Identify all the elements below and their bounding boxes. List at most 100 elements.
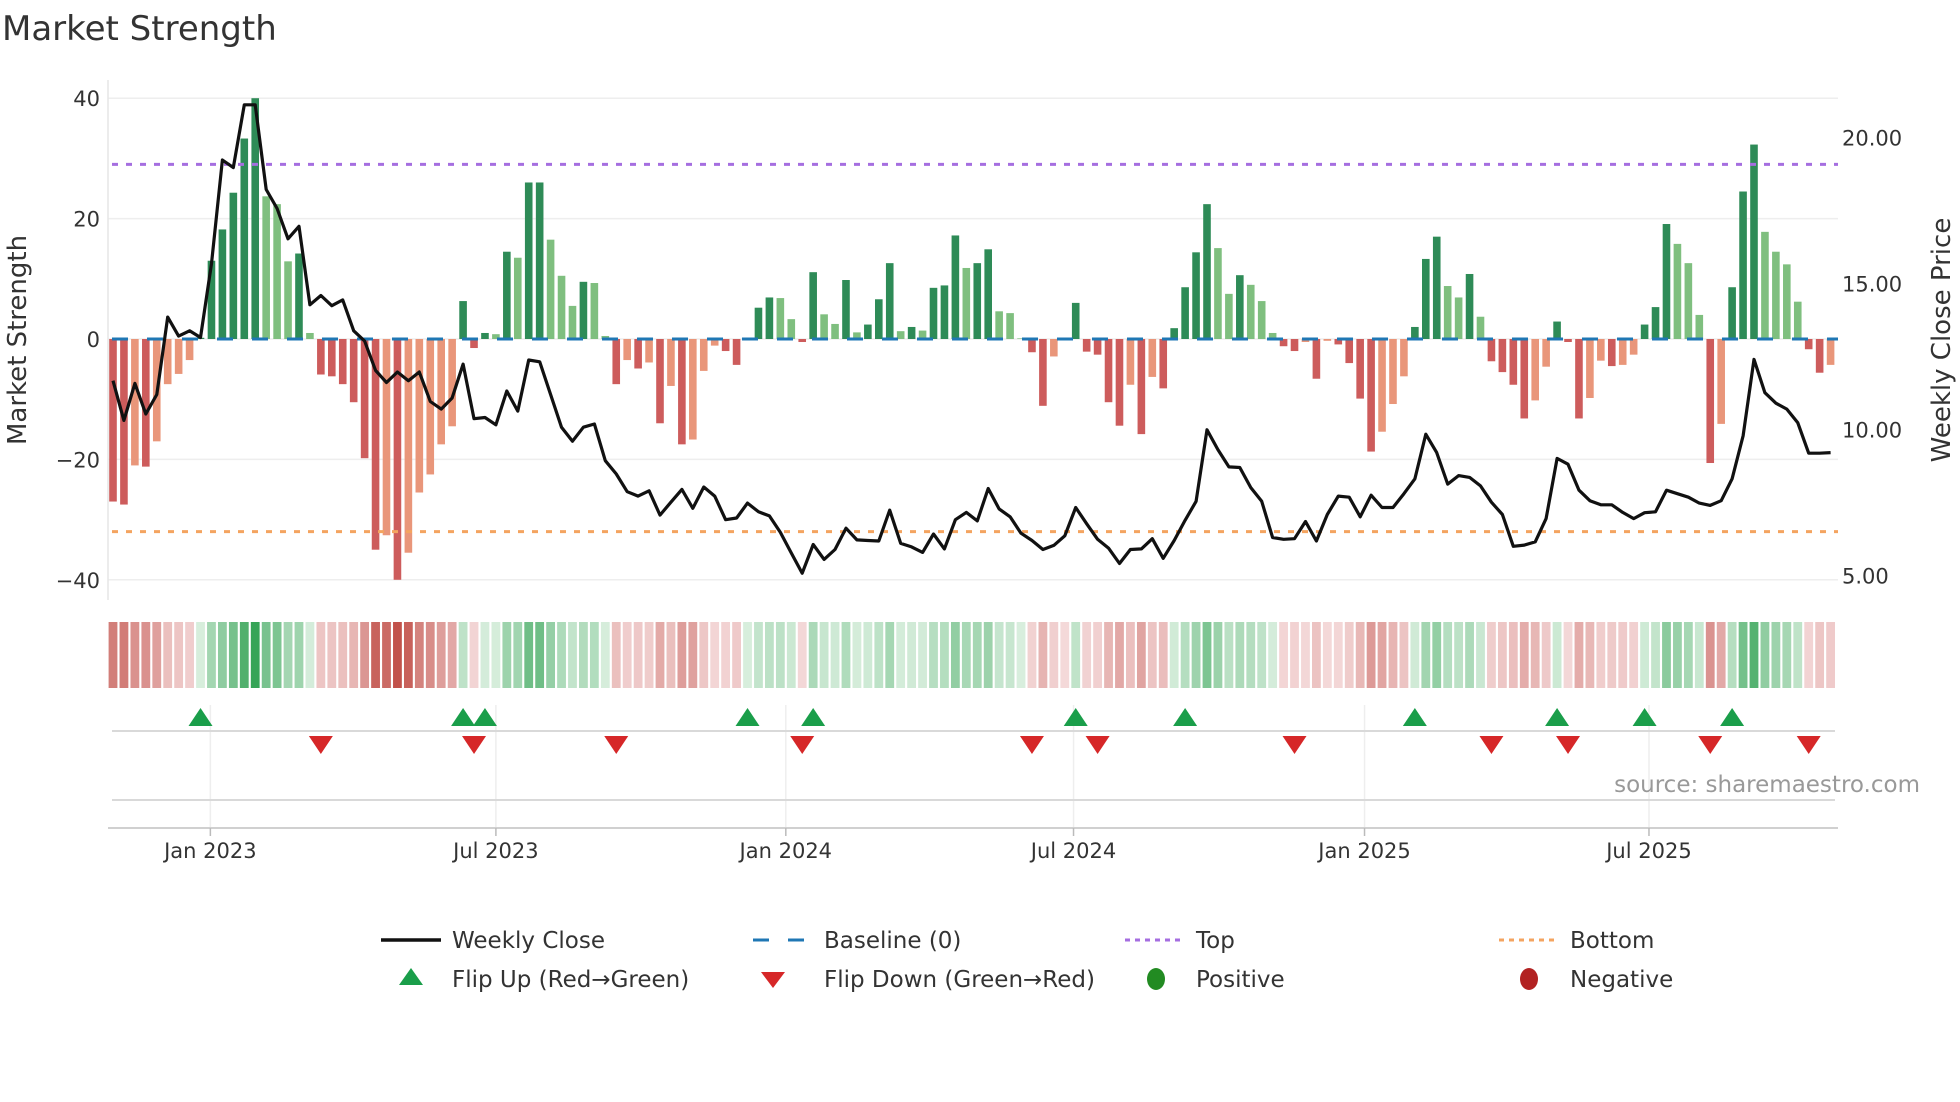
strip-cell (1355, 622, 1365, 688)
negative-circle-icon (1520, 968, 1538, 990)
strength-bar (273, 204, 281, 339)
strip-cell (1826, 622, 1835, 688)
strip-cell (1476, 622, 1485, 688)
strip-cell (699, 622, 709, 688)
strength-bar (1225, 293, 1233, 339)
strength-bar (1422, 258, 1430, 339)
strength-bar (503, 251, 511, 339)
strip-cell (371, 622, 380, 688)
legend-label: Positive (1196, 967, 1285, 993)
flip-up-marker (735, 708, 760, 726)
strip-cell (961, 622, 971, 688)
strength-bar (229, 192, 238, 339)
strip-cell (130, 622, 140, 688)
strip-cell (185, 622, 194, 688)
strength-bar (185, 339, 194, 361)
strip-cell (1169, 622, 1179, 688)
strength-bar (1498, 339, 1507, 373)
strip-cell (469, 622, 479, 688)
strength-bar (1706, 339, 1715, 464)
legend-item-negative[interactable]: Negative (1520, 967, 1673, 993)
legend-item-flip-up[interactable]: Flip Up (Red→Green) (399, 967, 689, 993)
y2-tick-label: 20.00 (1842, 127, 1902, 151)
strength-bar (732, 339, 741, 365)
strip-cell (360, 622, 370, 688)
legend-item-positive[interactable]: Positive (1147, 967, 1285, 993)
strength-bar (896, 331, 905, 339)
strip-cell (349, 622, 359, 688)
strength-bar (1640, 324, 1649, 339)
strength-bar (1246, 284, 1255, 339)
strength-bar (1542, 339, 1550, 367)
strength-bar (1465, 273, 1474, 339)
strip-cell (1147, 622, 1157, 688)
strip-cell (1465, 622, 1474, 688)
strip-cell (1399, 622, 1409, 688)
strip-cell (1191, 622, 1201, 688)
strength-bar (131, 339, 139, 466)
strength-bar (1367, 339, 1375, 452)
strip-cell (1333, 622, 1343, 688)
legend-item-weekly-close[interactable]: Weekly Close (381, 928, 605, 954)
flip-up-marker (451, 708, 476, 726)
strip-cell (1563, 622, 1573, 688)
strip-cell (1104, 622, 1113, 688)
strength-bar (1345, 339, 1354, 364)
strip-cell (743, 622, 752, 688)
strength-bar (1050, 339, 1058, 357)
strength-bar (1750, 144, 1758, 339)
strip-cell (327, 622, 337, 688)
legend-item-baseline[interactable]: Baseline (0) (753, 928, 961, 954)
strength-bar (678, 339, 686, 445)
strip-cell (994, 622, 1004, 688)
strength-bar (1662, 224, 1671, 339)
strip-cell (1388, 622, 1398, 688)
strip-cell (250, 622, 260, 688)
strip-cell (1530, 622, 1540, 688)
strip-cell (1158, 622, 1168, 688)
strip-cell (294, 622, 304, 688)
strength-bar (240, 138, 249, 339)
strip-cell (119, 622, 129, 688)
legend-item-flip-down[interactable]: Flip Down (Green→Red) (761, 967, 1095, 993)
strength-bar (1684, 263, 1693, 339)
strip-cell (1683, 622, 1693, 688)
strength-bar (1509, 339, 1518, 385)
strip-cell (611, 622, 621, 688)
strength-bar (1159, 339, 1168, 389)
strength-bar (1214, 248, 1222, 339)
strip-cell (797, 622, 807, 688)
strip-cell (1005, 622, 1015, 688)
strip-cell (1224, 622, 1234, 688)
strength-bar (1575, 339, 1583, 419)
strength-bar (557, 275, 566, 339)
strip-cell (896, 622, 906, 688)
strength-bar (1618, 339, 1627, 365)
y-tick-label: 0 (87, 328, 100, 352)
strength-bar (1411, 326, 1419, 339)
strength-bar (1432, 236, 1441, 339)
strength-bar (218, 229, 227, 339)
strength-bar (699, 339, 708, 371)
strip-cell (1312, 622, 1321, 688)
legend-item-top[interactable]: Top (1125, 928, 1235, 954)
strip-cell (447, 622, 457, 688)
strength-bar (689, 339, 697, 440)
legend-item-bottom[interactable]: Bottom (1499, 928, 1654, 954)
strip-cell (524, 622, 534, 688)
strip-cell (513, 622, 523, 688)
strip-cell (1279, 622, 1288, 688)
strength-bar (1717, 339, 1725, 424)
strip-cell (546, 622, 555, 688)
strength-bar (1312, 339, 1321, 379)
strip-cell (688, 622, 698, 688)
strip-cell (841, 622, 851, 688)
left-axis-title: Market Strength (3, 235, 33, 445)
strength-bar (1071, 302, 1080, 339)
strip-cell (863, 622, 873, 688)
strip-cell (1629, 622, 1639, 688)
strength-bar (1203, 204, 1211, 339)
strip-cell (622, 622, 632, 688)
strength-bar (1586, 339, 1594, 398)
strip-cell (666, 622, 676, 688)
